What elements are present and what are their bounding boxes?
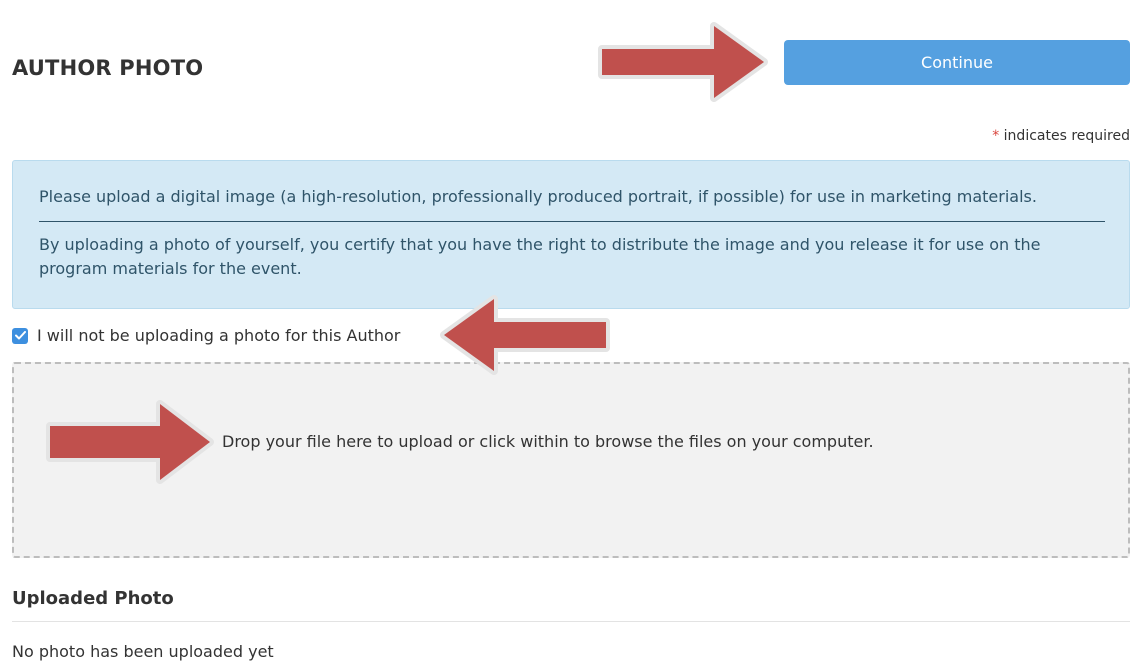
continue-button[interactable]: Continue bbox=[784, 40, 1130, 85]
no-photo-message: No photo has been uploaded yet bbox=[12, 642, 274, 661]
no-photo-checkbox-row[interactable]: I will not be uploading a photo for this… bbox=[12, 326, 400, 345]
required-star: * bbox=[992, 128, 1000, 144]
required-note: * indicates required bbox=[992, 128, 1130, 144]
info-instructions: Please upload a digital image (a high-re… bbox=[39, 187, 1037, 206]
arrow-left-icon bbox=[440, 295, 610, 375]
dropzone-text: Drop your file here to upload or click w… bbox=[222, 432, 874, 451]
checkmark-icon bbox=[14, 331, 26, 340]
info-divider bbox=[39, 221, 1105, 222]
no-photo-checkbox[interactable] bbox=[12, 327, 28, 344]
info-box: Please upload a digital image (a high-re… bbox=[12, 160, 1130, 309]
page-title: AUTHOR PHOTO bbox=[12, 56, 204, 80]
arrow-right-icon bbox=[46, 400, 214, 484]
required-note-text: indicates required bbox=[1003, 128, 1130, 144]
info-certification: By uploading a photo of yourself, you ce… bbox=[39, 235, 1041, 278]
arrow-right-icon bbox=[598, 22, 768, 102]
no-photo-checkbox-label[interactable]: I will not be uploading a photo for this… bbox=[37, 326, 400, 345]
section-divider bbox=[12, 621, 1130, 622]
uploaded-photo-title: Uploaded Photo bbox=[12, 588, 174, 609]
